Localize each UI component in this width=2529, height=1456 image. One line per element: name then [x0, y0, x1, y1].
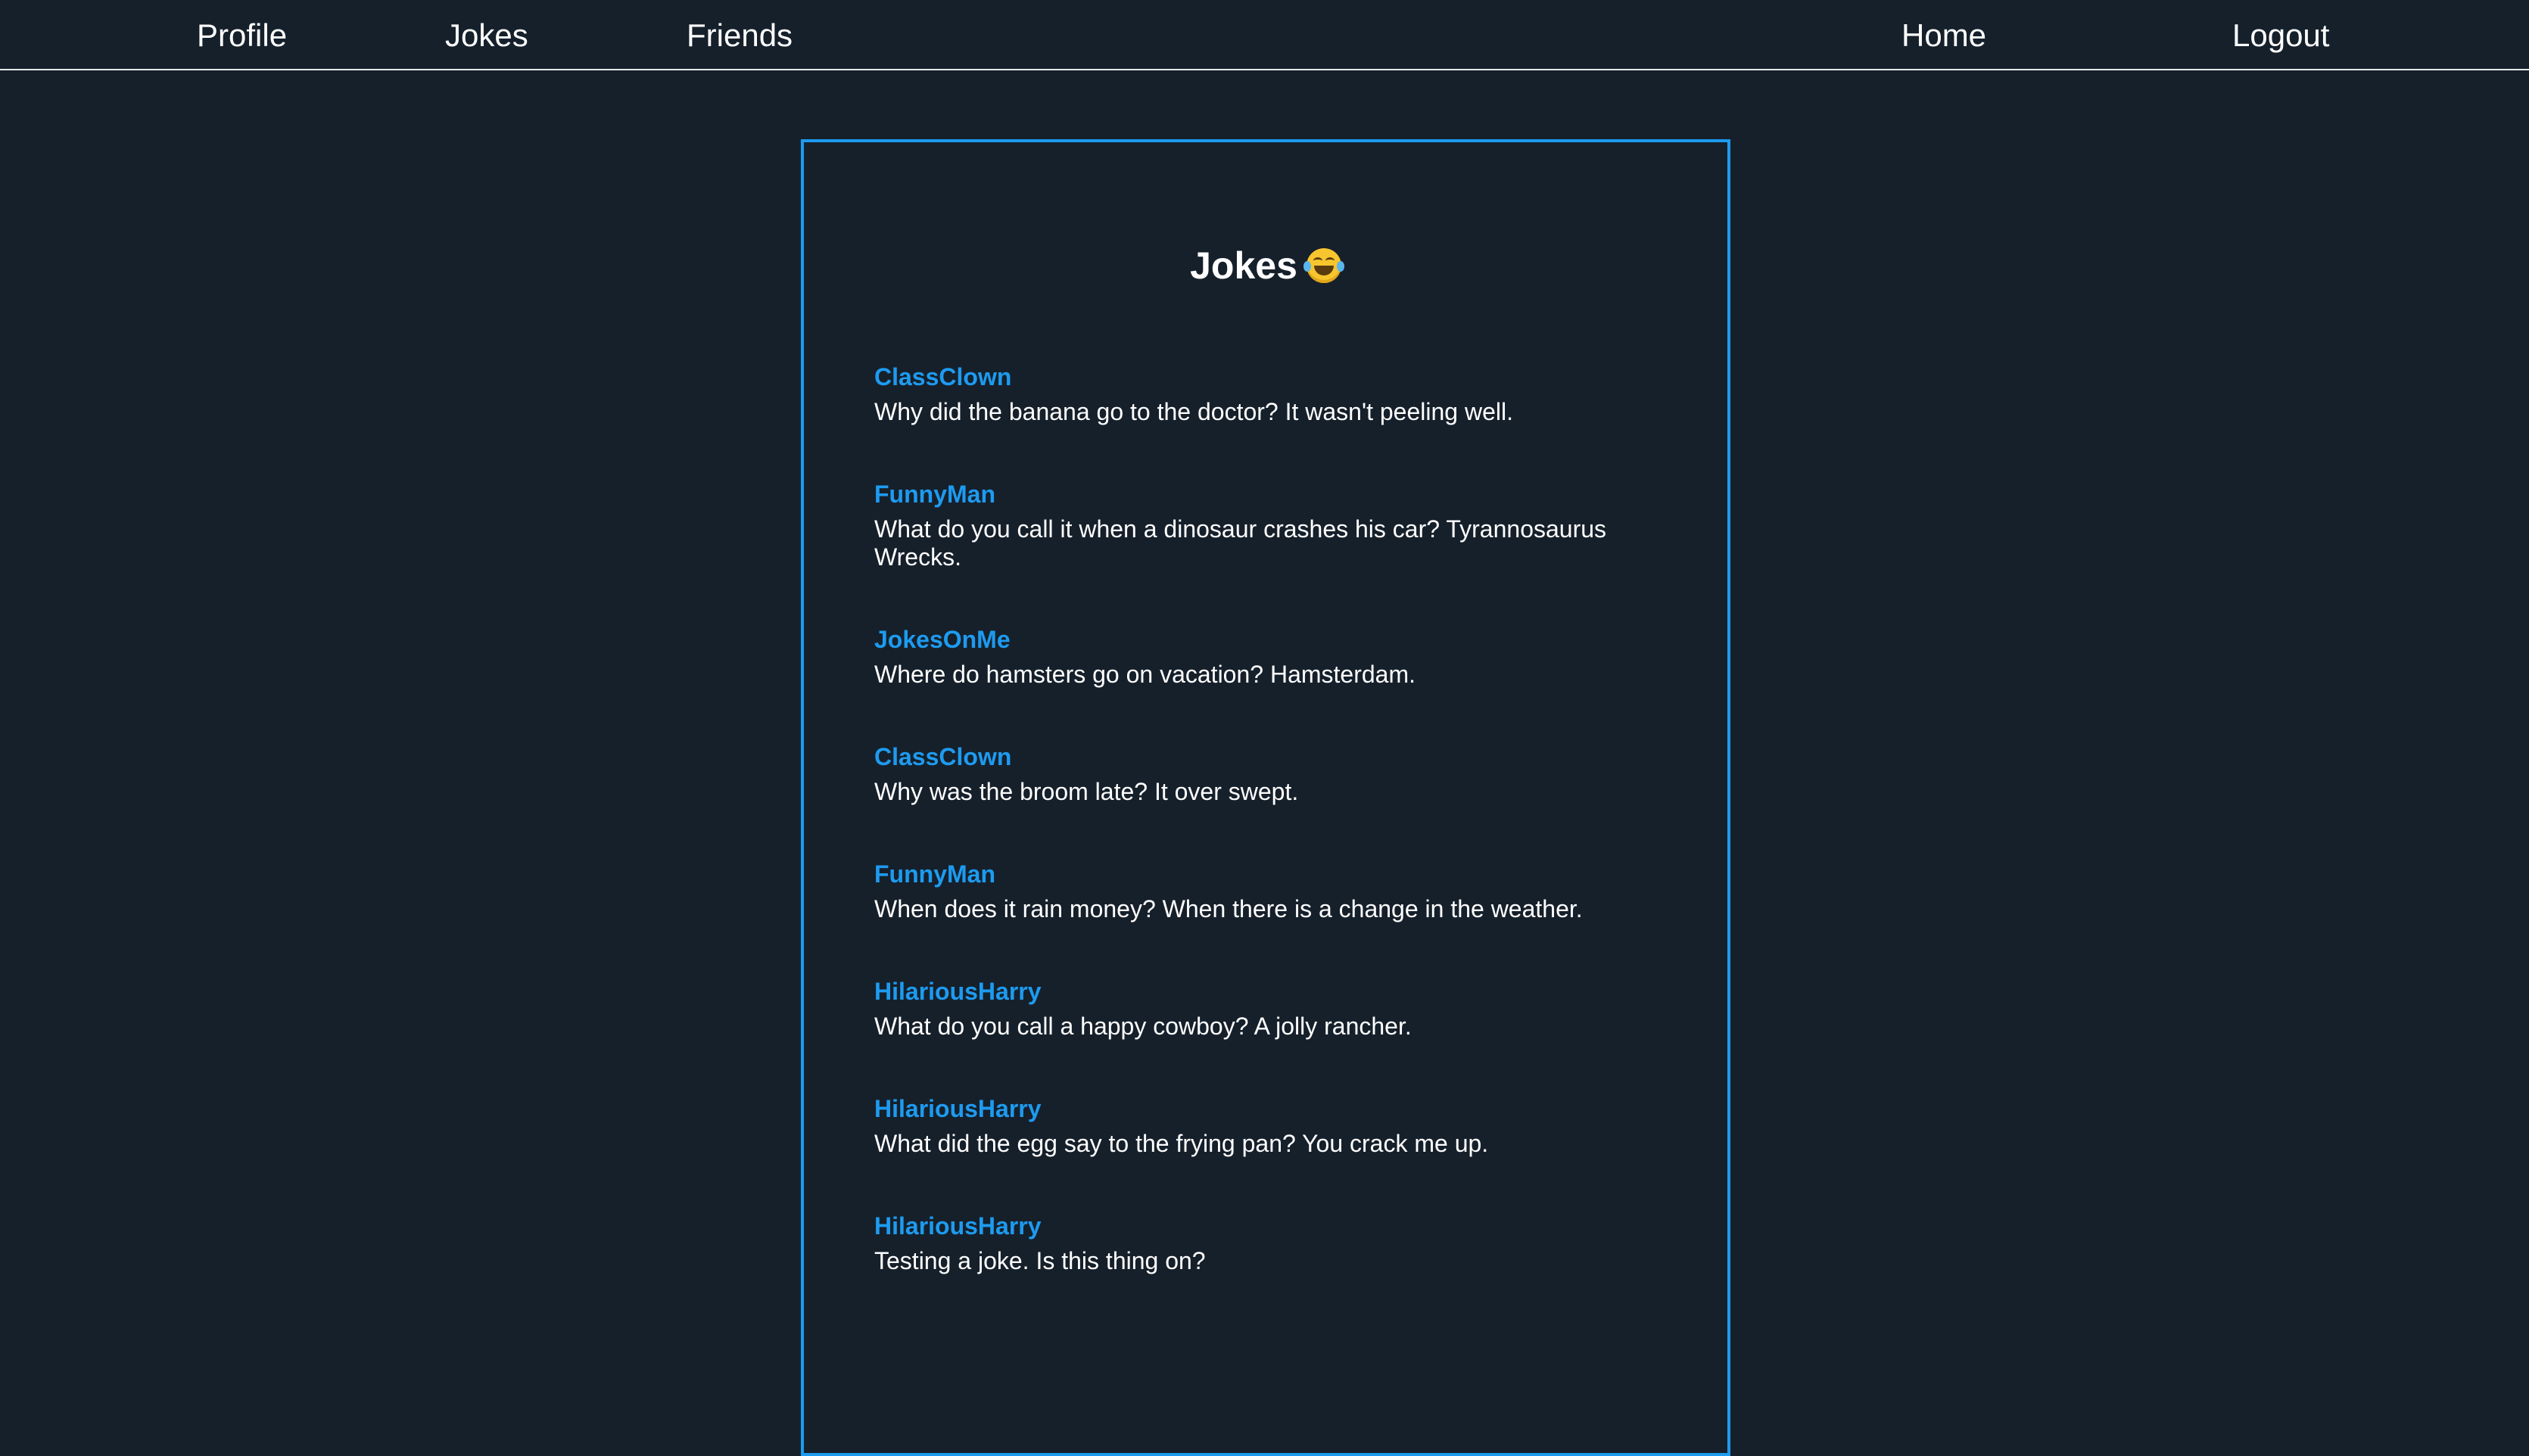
joke-text: Where do hamsters go on vacation? Hamste…: [874, 661, 1416, 688]
joke-author-link[interactable]: JokesOnMe: [874, 624, 1654, 655]
nav-jokes-link[interactable]: Jokes: [445, 0, 528, 70]
joke-item: ClassClown Why did the banana go to the …: [874, 362, 1654, 426]
joke-text: What do you call a happy cowboy? A jolly…: [874, 1013, 1412, 1040]
jokes-card: Jokes ClassClown Why did the banana go t…: [801, 139, 1730, 1456]
nav-home-link[interactable]: Home: [1901, 0, 1986, 70]
joke-item: HilariousHarry Testing a joke. Is this t…: [874, 1211, 1654, 1275]
joke-item: FunnyMan What do you call it when a dino…: [874, 479, 1654, 571]
joke-author-link[interactable]: FunnyMan: [874, 479, 1654, 509]
page-title: Jokes: [1190, 244, 1297, 287]
joke-item: HilariousHarry What did the egg say to t…: [874, 1094, 1654, 1158]
joke-text: Why was the broom late? It over swept.: [874, 778, 1299, 805]
joke-text: What do you call it when a dinosaur cras…: [874, 515, 1607, 571]
joke-text: Testing a joke. Is this thing on?: [874, 1247, 1206, 1274]
joke-author-link[interactable]: ClassClown: [874, 742, 1654, 772]
joke-item: JokesOnMe Where do hamsters go on vacati…: [874, 624, 1654, 689]
face-with-tears-of-joy-icon: [1303, 248, 1344, 283]
joke-author-link[interactable]: HilariousHarry: [874, 976, 1654, 1006]
joke-item: ClassClown Why was the broom late? It ov…: [874, 742, 1654, 806]
jokes-list: ClassClown Why did the banana go to the …: [874, 362, 1654, 1328]
joke-item: HilariousHarry What do you call a happy …: [874, 976, 1654, 1041]
joke-text: What did the egg say to the frying pan? …: [874, 1130, 1489, 1157]
joke-author-link[interactable]: ClassClown: [874, 362, 1654, 392]
page-title-heading: Jokes: [804, 244, 1727, 288]
nav-profile-link[interactable]: Profile: [197, 0, 287, 70]
top-navbar: Profile Jokes Friends Home Logout: [0, 0, 2529, 70]
nav-friends-link[interactable]: Friends: [687, 0, 793, 70]
joke-author-link[interactable]: HilariousHarry: [874, 1211, 1654, 1241]
joke-author-link[interactable]: FunnyMan: [874, 859, 1654, 889]
joke-text: Why did the banana go to the doctor? It …: [874, 398, 1513, 425]
joke-item: FunnyMan When does it rain money? When t…: [874, 859, 1654, 923]
nav-logout-link[interactable]: Logout: [2232, 0, 2329, 70]
joke-text: When does it rain money? When there is a…: [874, 895, 1583, 922]
joke-author-link[interactable]: HilariousHarry: [874, 1094, 1654, 1124]
